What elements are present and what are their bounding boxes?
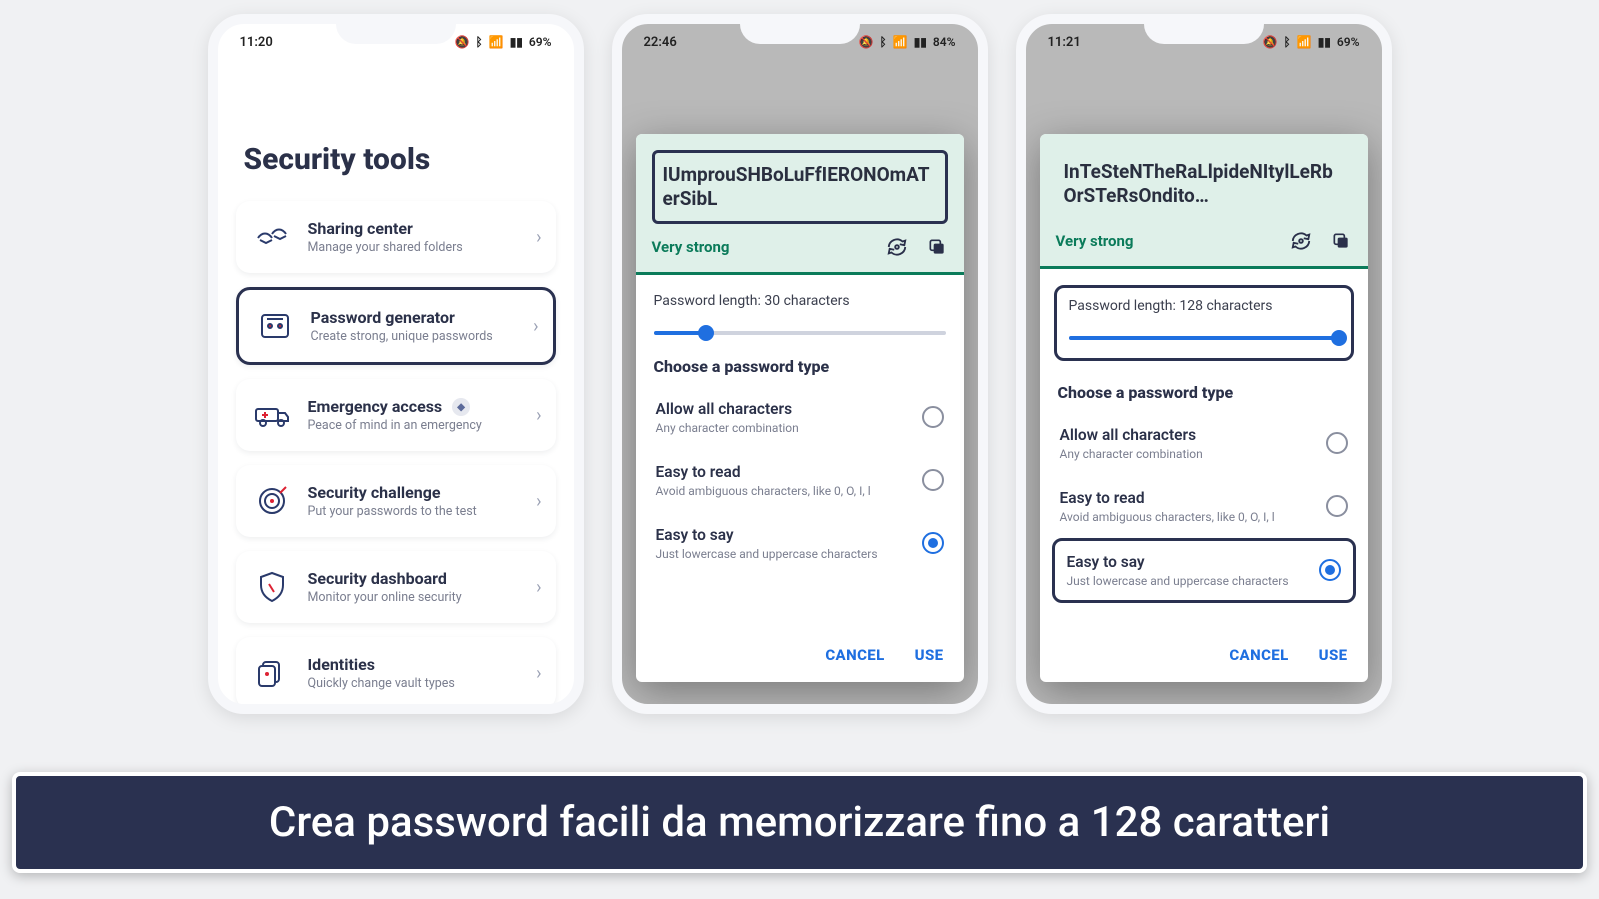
tool-title: Password generator [311,308,520,327]
battery-label: 69% [529,35,552,49]
chevron-right-icon: › [536,663,541,684]
tool-subtitle: Create strong, unique passwords [311,329,520,344]
wifi-icon: 📶 [893,35,908,49]
phone-notch [336,24,456,44]
option-easy-say[interactable]: Easy to say Just lowercase and uppercase… [1052,538,1356,603]
tool-subtitle: Put your passwords to the test [308,504,523,519]
copy-icon[interactable] [1330,230,1352,252]
wifi-icon: 📶 [489,35,504,49]
chevron-right-icon: › [536,227,541,248]
signal-icon: ▮▮ [1318,35,1331,49]
tool-password-generator[interactable]: Password generator Create strong, unique… [236,287,556,365]
password-strength-label: Very strong [1056,232,1134,250]
page-title: Security tools [244,142,556,177]
tool-title: Emergency access ◆ [308,397,523,417]
password-length-slider[interactable] [1069,336,1339,340]
tool-title: Identities [308,655,523,674]
status-icons: 🔕 ᛒ 📶 ▮▮ 69% [455,35,552,49]
password-type-heading: Choose a password type [1058,383,1350,402]
tool-identities[interactable]: Identities Quickly change vault types › [236,637,556,709]
tool-title: Sharing center [308,219,523,238]
regenerate-icon[interactable] [1290,230,1312,252]
bluetooth-icon: ᛒ [880,35,887,49]
mute-icon: 🔕 [1263,35,1278,49]
option-easy-say[interactable]: Easy to say Just lowercase and uppercase… [654,512,946,575]
phone-security-tools: 11:20 🔕 ᛒ 📶 ▮▮ 69% Security tools [208,14,584,714]
bluetooth-icon: ᛒ [1284,35,1291,49]
tool-sharing-center[interactable]: Sharing center Manage your shared folder… [236,201,556,273]
radio-icon [922,406,944,428]
password-length-label: Password length: 128 characters [1069,298,1339,314]
ambulance-icon [250,393,294,437]
signal-icon: ▮▮ [914,35,927,49]
target-icon [250,479,294,523]
password-length-label: Password length: 30 characters [654,293,946,309]
tool-subtitle: Manage your shared folders [308,240,523,255]
status-time: 11:21 [1048,35,1081,50]
tool-security-challenge[interactable]: Security challenge Put your passwords to… [236,465,556,537]
premium-gem-icon: ◆ [452,398,470,416]
use-button[interactable]: USE [1319,646,1348,664]
phone-notch [1144,24,1264,44]
security-tools-screen: Security tools Sharing center Manage you… [218,60,574,714]
phone-password-generator-30: 22:46 🔕 ᛒ 📶 ▮▮ 84% S IUmprouSHBoLuFfIERO… [612,14,988,714]
generated-password-field[interactable]: IUmprouSHBoLuFfIERONOmATerSibL [652,150,948,224]
mute-icon: 🔕 [859,35,874,49]
cancel-button[interactable]: CANCEL [825,646,884,664]
mute-icon: 🔕 [455,35,470,49]
sharing-icon [250,215,294,259]
chevron-right-icon: › [533,316,538,337]
wifi-icon: 📶 [1297,35,1312,49]
radio-icon [1326,495,1348,517]
generated-password-field[interactable]: InTeSteNTheRaLlpideNItylLeRbOrSTeRsOndit… [1056,150,1352,218]
radio-icon [922,532,944,554]
battery-label: 84% [933,35,956,49]
password-generator-dialog: IUmprouSHBoLuFfIERONOmATerSibL Very stro… [636,134,964,682]
tool-title: Security dashboard [308,569,523,588]
shield-icon [250,565,294,609]
phone-password-generator-128: 11:21 🔕 ᛒ 📶 ▮▮ 69% S InTeSteNTheRaLlpide… [1016,14,1392,714]
radio-icon [1326,432,1348,454]
tool-subtitle: Peace of mind in an emergency [308,418,523,433]
password-type-heading: Choose a password type [654,357,946,376]
phone-notch [740,24,860,44]
tool-subtitle: Quickly change vault types [308,676,523,691]
regenerate-icon[interactable] [886,236,908,258]
status-icons: 🔕 ᛒ 📶 ▮▮ 84% [859,35,956,49]
copy-icon[interactable] [926,236,948,258]
generator-icon [253,304,297,348]
password-strength-label: Very strong [652,238,730,256]
status-time: 22:46 [644,35,677,50]
bluetooth-icon: ᛒ [476,35,483,49]
option-easy-read[interactable]: Easy to read Avoid ambiguous characters,… [654,449,946,512]
option-allow-all[interactable]: Allow all characters Any character combi… [654,386,946,449]
signal-icon: ▮▮ [510,35,523,49]
tool-emergency-access[interactable]: Emergency access ◆ Peace of mind in an e… [236,379,556,451]
cancel-button[interactable]: CANCEL [1229,646,1288,664]
status-icons: 🔕 ᛒ 📶 ▮▮ 69% [1263,35,1360,49]
chevron-right-icon: › [536,491,541,512]
password-generator-dialog: InTeSteNTheRaLlpideNItylLeRbOrSTeRsOndit… [1040,134,1368,682]
tool-title: Security challenge [308,483,523,502]
tool-subtitle: Monitor your online security [308,590,523,605]
caption-banner: Crea password facili da memorizzare fino… [12,772,1587,873]
option-easy-read[interactable]: Easy to read Avoid ambiguous characters,… [1058,475,1350,538]
radio-icon [1319,559,1341,581]
radio-icon [922,469,944,491]
chevron-right-icon: › [536,405,541,426]
identities-icon [250,651,294,695]
tool-security-dashboard[interactable]: Security dashboard Monitor your online s… [236,551,556,623]
chevron-right-icon: › [536,577,541,598]
option-allow-all[interactable]: Allow all characters Any character combi… [1058,412,1350,475]
password-length-slider[interactable] [654,331,946,335]
status-time: 11:20 [240,35,273,50]
use-button[interactable]: USE [915,646,944,664]
battery-label: 69% [1337,35,1360,49]
